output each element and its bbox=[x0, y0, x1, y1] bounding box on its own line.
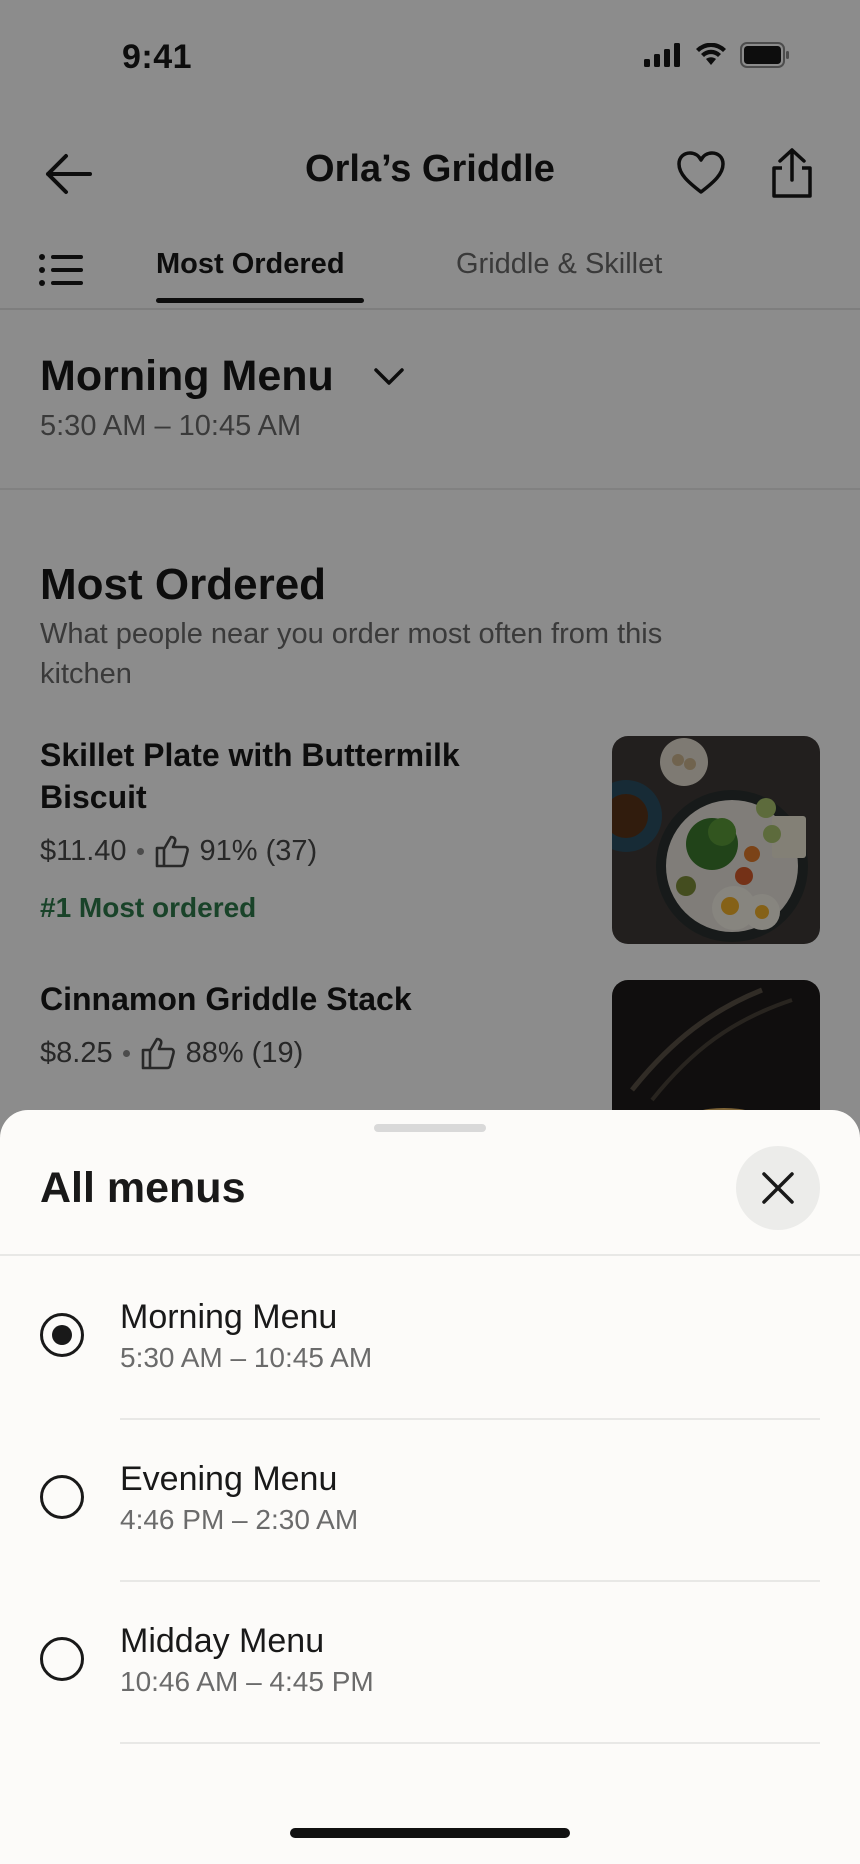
sheet-grabber[interactable] bbox=[374, 1124, 486, 1132]
home-indicator[interactable] bbox=[290, 1828, 570, 1838]
option-hours: 5:30 AM – 10:45 AM bbox=[120, 1342, 373, 1373]
radio-unselected[interactable] bbox=[40, 1475, 84, 1519]
close-button[interactable] bbox=[736, 1146, 820, 1230]
divider bbox=[120, 1742, 820, 1744]
option-name: Midday Menu bbox=[120, 1622, 325, 1660]
option-name: Morning Menu bbox=[120, 1298, 338, 1336]
radio-unselected[interactable] bbox=[40, 1637, 84, 1681]
option-name: Evening Menu bbox=[120, 1460, 338, 1498]
divider bbox=[0, 1254, 860, 1256]
menu-option-midday[interactable]: Midday Menu 10:46 AM – 4:45 PM bbox=[0, 1582, 860, 1744]
close-icon bbox=[762, 1172, 794, 1204]
menu-option-evening[interactable]: Evening Menu 4:46 PM – 2:30 AM bbox=[0, 1420, 860, 1582]
option-hours: 10:46 AM – 4:45 PM bbox=[120, 1666, 374, 1697]
sheet-title: All menus bbox=[40, 1164, 246, 1212]
option-hours: 4:46 PM – 2:30 AM bbox=[120, 1504, 359, 1535]
menu-option-morning[interactable]: Morning Menu 5:30 AM – 10:45 AM bbox=[0, 1258, 860, 1420]
radio-selected[interactable] bbox=[40, 1313, 84, 1357]
